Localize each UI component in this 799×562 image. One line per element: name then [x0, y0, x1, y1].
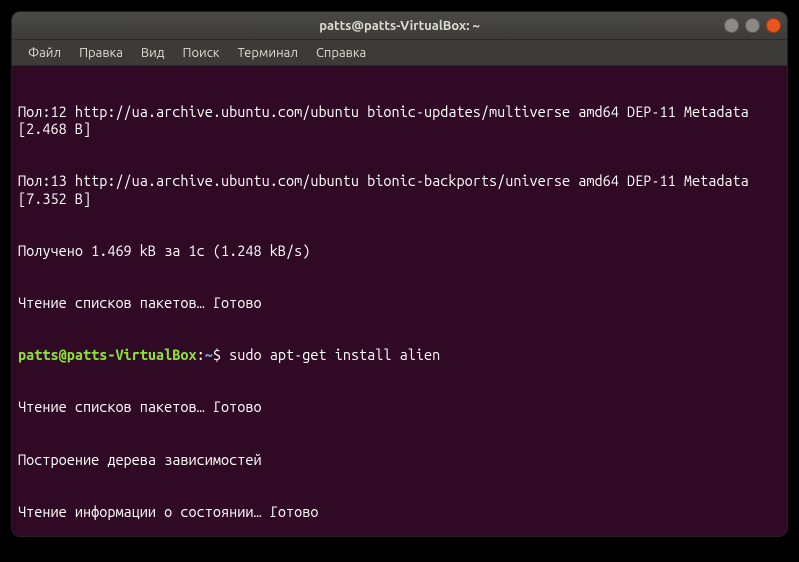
output-line: Чтение информации о состоянии… Готово: [18, 503, 781, 520]
output-line: Пол:13 http://ua.archive.ubuntu.com/ubun…: [18, 172, 781, 207]
output-line: Построение дерева зависимостей: [18, 451, 781, 468]
menu-view[interactable]: Вид: [133, 43, 173, 63]
terminal-window: patts@patts-VirtualBox: ~ Файл Правка Ви…: [12, 12, 787, 536]
maximize-icon[interactable]: [745, 18, 760, 33]
window-title: patts@patts-VirtualBox: ~: [319, 19, 480, 33]
close-icon[interactable]: [766, 18, 781, 33]
minimize-icon[interactable]: [724, 18, 739, 33]
terminal-output[interactable]: Пол:12 http://ua.archive.ubuntu.com/ubun…: [12, 66, 787, 536]
menu-search[interactable]: Поиск: [174, 43, 227, 63]
menu-terminal[interactable]: Терминал: [229, 43, 305, 63]
titlebar[interactable]: patts@patts-VirtualBox: ~: [12, 12, 787, 40]
prompt-colon: :: [197, 346, 205, 363]
output-line: Получено 1.469 kB за 1с (1.248 kB/s): [18, 242, 781, 259]
prompt-dollar: $: [213, 346, 229, 363]
menubar: Файл Правка Вид Поиск Терминал Справка: [12, 40, 787, 66]
prompt-user-host: patts@patts-VirtualBox: [18, 346, 197, 363]
prompt-path: ~: [205, 346, 213, 363]
prompt-line: patts@patts-VirtualBox:~$ sudo apt-get i…: [18, 346, 781, 363]
menu-file[interactable]: Файл: [20, 43, 69, 63]
command-text: sudo apt-get install alien: [229, 346, 440, 363]
output-line: Чтение списков пакетов… Готово: [18, 294, 781, 311]
output-line: Чтение списков пакетов… Готово: [18, 398, 781, 415]
output-line: Пол:12 http://ua.archive.ubuntu.com/ubun…: [18, 103, 781, 138]
window-controls: [724, 18, 781, 33]
menu-help[interactable]: Справка: [308, 43, 374, 63]
menu-edit[interactable]: Правка: [71, 43, 131, 63]
